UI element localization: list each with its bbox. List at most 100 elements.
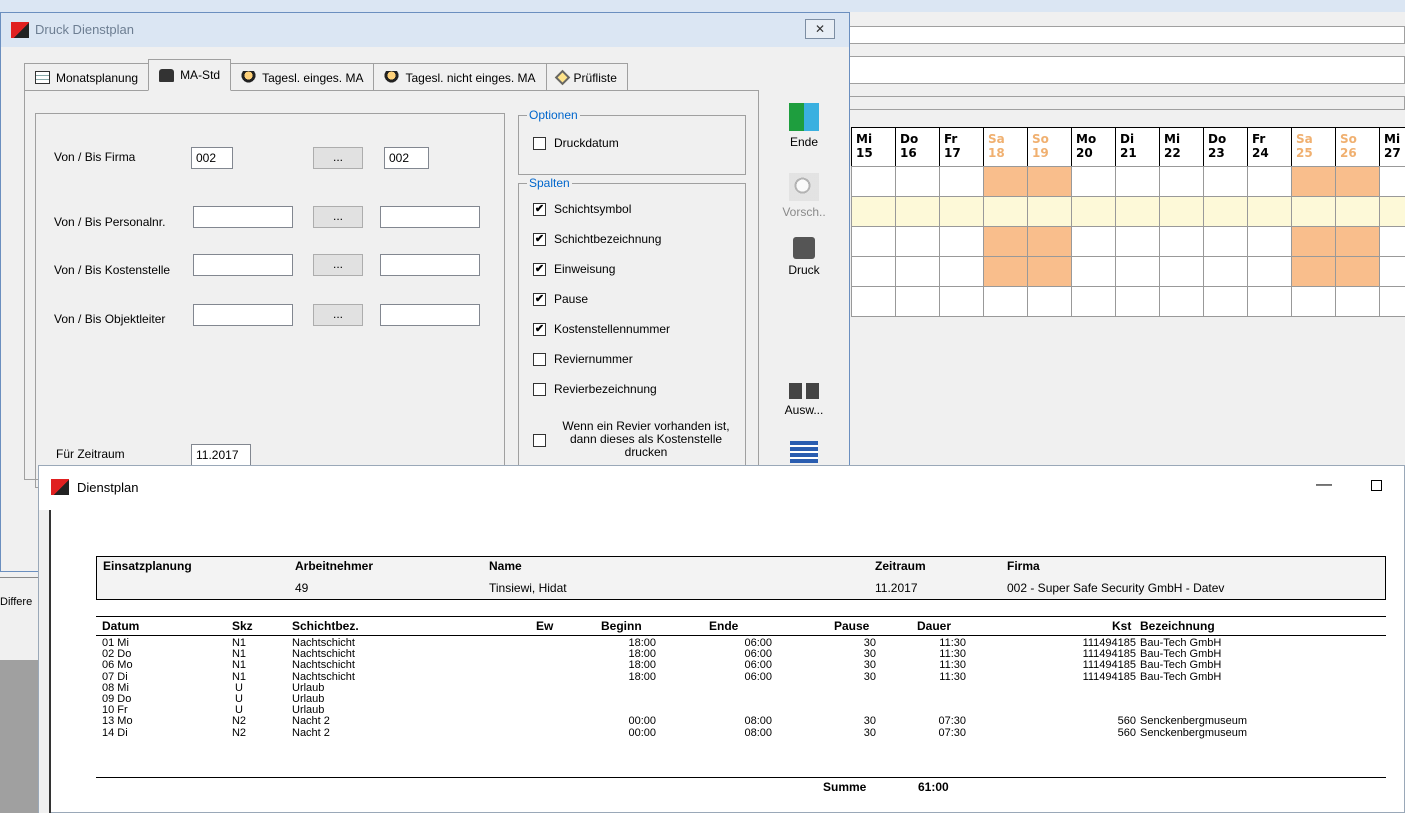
tab-monatsplanung[interactable]: Monatsplanung	[24, 63, 150, 91]
ende-button[interactable]: Ende	[774, 103, 834, 149]
calendar-day-header[interactable]: Do 23	[1203, 127, 1248, 167]
calendar-cell[interactable]	[1115, 286, 1160, 317]
personal-lookup-button[interactable]: ...	[313, 206, 363, 228]
calendar-cell[interactable]	[851, 226, 896, 257]
firma-to-input[interactable]: 002	[384, 147, 429, 169]
calendar-cell[interactable]	[1247, 286, 1292, 317]
calendar-day-header[interactable]: Mo 20	[1071, 127, 1116, 167]
calendar-cell[interactable]	[1115, 196, 1160, 227]
calendar-cell[interactable]	[1159, 256, 1204, 287]
calendar-cell[interactable]	[939, 166, 984, 197]
objektleiter-to-input[interactable]	[380, 304, 480, 326]
tab-tagesl-einges-ma[interactable]: Tagesl. einges. MA	[230, 63, 375, 91]
zeitraum-input[interactable]: 11.2017	[191, 444, 251, 466]
calendar-cell[interactable]	[1247, 256, 1292, 287]
kostenstelle-from-input[interactable]	[193, 254, 293, 276]
checkbox-box[interactable]: ✔	[533, 293, 546, 306]
tab-pruefliste[interactable]: Prüfliste	[545, 63, 628, 91]
calendar-cell[interactable]	[1379, 196, 1405, 227]
calendar-cell[interactable]	[1291, 256, 1336, 287]
calendar-cell[interactable]	[895, 166, 940, 197]
calendar-cell[interactable]	[1291, 196, 1336, 227]
calendar-cell[interactable]	[1027, 166, 1072, 197]
calendar-cell[interactable]	[1247, 196, 1292, 227]
dialog-titlebar[interactable]: Druck Dienstplan ✕	[1, 13, 849, 47]
calendar-help-button[interactable]	[774, 441, 834, 467]
calendar-cell[interactable]	[1203, 256, 1248, 287]
calendar-day-header[interactable]: Sa 25	[1291, 127, 1336, 167]
schichtsymbol-checkbox[interactable]: ✔ Schichtsymbol	[533, 202, 631, 216]
calendar-cell[interactable]	[1071, 226, 1116, 257]
calendar-cell[interactable]	[1071, 286, 1116, 317]
kostenstelle-to-input[interactable]	[380, 254, 480, 276]
calendar-cell[interactable]	[851, 196, 896, 227]
checkbox-box[interactable]: ✔	[533, 203, 546, 216]
minimize-button[interactable]: —	[1316, 476, 1332, 494]
calendar-cell[interactable]	[1379, 166, 1405, 197]
objektleiter-from-input[interactable]	[193, 304, 293, 326]
calendar-cell[interactable]	[1335, 286, 1380, 317]
checkbox-box[interactable]	[533, 433, 546, 447]
calendar-cell[interactable]	[851, 166, 896, 197]
calendar-cell[interactable]	[1291, 226, 1336, 257]
calendar-day-header[interactable]: Mi 15	[851, 127, 896, 167]
calendar-cell[interactable]	[983, 286, 1028, 317]
calendar-cell[interactable]	[1291, 166, 1336, 197]
calendar-cell[interactable]	[1335, 256, 1380, 287]
calendar-cell[interactable]	[895, 256, 940, 287]
close-button[interactable]: ✕	[805, 19, 835, 39]
calendar-day-header[interactable]: Di 21	[1115, 127, 1160, 167]
calendar-cell[interactable]	[1071, 196, 1116, 227]
calendar-cell[interactable]	[1203, 166, 1248, 197]
calendar-cell[interactable]	[1335, 166, 1380, 197]
calendar-cell[interactable]	[983, 196, 1028, 227]
calendar-cell[interactable]	[1027, 226, 1072, 257]
calendar-cell[interactable]	[1203, 196, 1248, 227]
auswahl-button[interactable]: Ausw...	[774, 383, 834, 417]
calendar-day-header[interactable]: Fr 24	[1247, 127, 1292, 167]
druck-button[interactable]: Druck	[774, 237, 834, 277]
checkbox-box[interactable]	[533, 353, 546, 366]
tab-ma-std[interactable]: MA-Std	[148, 59, 232, 91]
calendar-cell[interactable]	[983, 166, 1028, 197]
objektleiter-lookup-button[interactable]: ...	[313, 304, 363, 326]
calendar-day-header[interactable]: Do 16	[895, 127, 940, 167]
checkbox-box[interactable]	[533, 383, 546, 396]
checkbox-box[interactable]: ✔	[533, 233, 546, 246]
calendar-cell[interactable]	[1027, 196, 1072, 227]
firma-from-input[interactable]: 002	[191, 147, 233, 169]
calendar-cell[interactable]	[1115, 166, 1160, 197]
calendar-cell[interactable]	[1027, 256, 1072, 287]
calendar-cell[interactable]	[1159, 166, 1204, 197]
calendar-cell[interactable]	[1027, 286, 1072, 317]
calendar-cell[interactable]	[1379, 286, 1405, 317]
calendar-cell[interactable]	[1159, 196, 1204, 227]
calendar-cell[interactable]	[1115, 256, 1160, 287]
dienstplan-titlebar[interactable]: Dienstplan —	[39, 466, 1404, 510]
checkbox-box[interactable]: ✔	[533, 263, 546, 276]
tab-tagesl-nicht-einges-ma[interactable]: Tagesl. nicht einges. MA	[373, 63, 547, 91]
personal-to-input[interactable]	[380, 206, 480, 228]
calendar-cell[interactable]	[1203, 226, 1248, 257]
calendar-day-header[interactable]: Sa 18	[983, 127, 1028, 167]
background-input-bar[interactable]	[848, 56, 1405, 84]
calendar-cell[interactable]	[1247, 166, 1292, 197]
revierbezeichnung-checkbox[interactable]: Revierbezeichnung	[533, 382, 657, 396]
calendar-cell[interactable]	[1247, 226, 1292, 257]
calendar-cell[interactable]	[1379, 256, 1405, 287]
calendar-day-header[interactable]: Mi 22	[1159, 127, 1204, 167]
calendar-cell[interactable]	[851, 256, 896, 287]
druckdatum-checkbox[interactable]: Druckdatum	[533, 136, 619, 150]
kostenstellennummer-checkbox[interactable]: ✔ Kostenstellennummer	[533, 322, 670, 336]
vorschau-button[interactable]: Vorsch..	[774, 173, 834, 219]
revier-als-kostenstelle-checkbox[interactable]: Wenn ein Revier vorhanden ist, dann dies…	[533, 420, 738, 459]
calendar-cell[interactable]	[1159, 226, 1204, 257]
calendar-day-header[interactable]: Mi 27	[1379, 127, 1405, 167]
reviernummer-checkbox[interactable]: Reviernummer	[533, 352, 633, 366]
calendar-cell[interactable]	[895, 196, 940, 227]
maximize-button[interactable]	[1371, 480, 1382, 491]
calendar-cell[interactable]	[939, 196, 984, 227]
calendar-cell[interactable]	[1335, 196, 1380, 227]
calendar-cell[interactable]	[895, 286, 940, 317]
checkbox-box[interactable]	[533, 137, 546, 150]
